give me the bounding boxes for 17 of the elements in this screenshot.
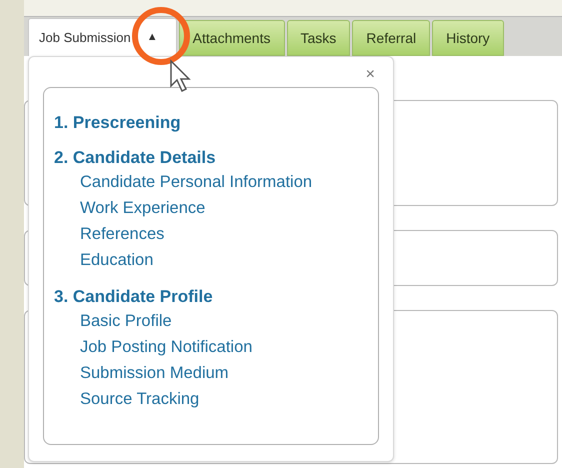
menu-link[interactable]: Education (54, 247, 368, 273)
menu-link[interactable]: Candidate Personal Information (54, 169, 368, 195)
close-button[interactable]: × (366, 67, 375, 83)
tab[interactable]: Attachments (178, 20, 284, 56)
tab[interactable]: Tasks (286, 20, 350, 56)
tab[interactable]: Referral (352, 20, 430, 56)
menu-link[interactable]: References (54, 221, 368, 247)
section-link[interactable]: 1. Prescreening (54, 112, 368, 134)
menu-link[interactable]: Basic Profile (54, 308, 368, 334)
tab[interactable]: History (432, 20, 504, 56)
menu-link[interactable]: Source Tracking (54, 386, 368, 412)
section-link[interactable]: 2. Candidate Details (54, 147, 368, 169)
menu-link[interactable]: Job Posting Notification (54, 334, 368, 360)
menu-link[interactable]: Work Experience (54, 195, 368, 221)
section-link[interactable]: 3. Candidate Profile (54, 286, 368, 308)
tab[interactable]: Job Submission ▲ (28, 18, 177, 56)
menu-link[interactable]: Submission Medium (54, 360, 368, 386)
